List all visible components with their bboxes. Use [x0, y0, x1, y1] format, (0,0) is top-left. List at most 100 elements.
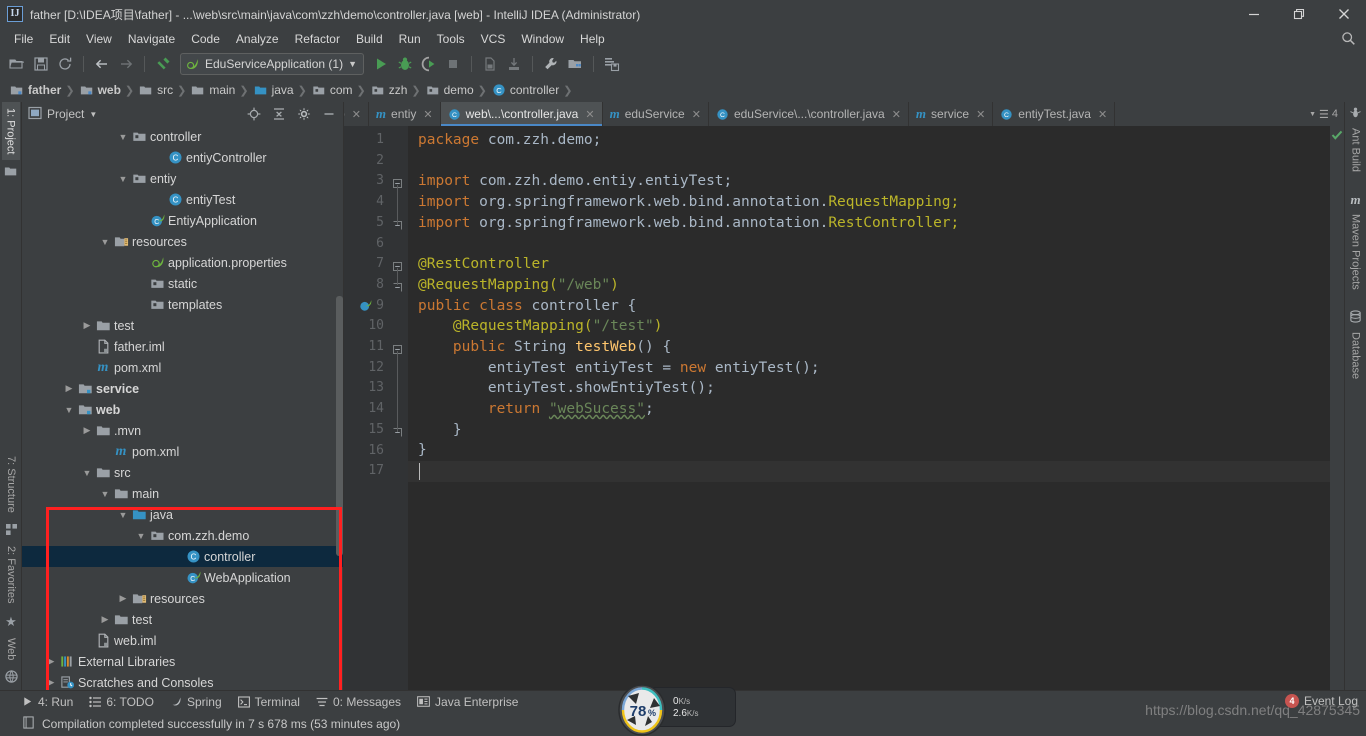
tree-twisty-expanded[interactable]: ▼ — [98, 237, 112, 247]
code-line[interactable]: public String testWeb() { — [418, 337, 1330, 358]
code-line[interactable]: } — [418, 440, 1330, 461]
bottom-tab-terminal[interactable]: Terminal — [237, 695, 300, 709]
tree-item-external-libraries[interactable]: ▶ External Libraries — [22, 651, 343, 672]
tree-twisty-expanded[interactable]: ▼ — [62, 405, 76, 415]
tree-twisty-expanded[interactable]: ▼ — [80, 468, 94, 478]
close-icon[interactable]: ✕ — [692, 108, 701, 121]
code-line[interactable]: import org.springframework.web.bind.anno… — [418, 213, 1330, 234]
network-speed-widget[interactable]: 0K/s 2.6K/s ▲ ▼ 78 % — [614, 684, 736, 736]
menu-vcs[interactable]: VCS — [473, 30, 514, 48]
sidebar-item-project[interactable]: 1: Project — [1, 102, 20, 161]
tree-twisty-expanded[interactable]: ▼ — [116, 174, 130, 184]
code-line[interactable]: @RequestMapping("/web") — [418, 275, 1330, 296]
breadcrumb-item-java[interactable]: java — [250, 79, 297, 101]
breadcrumb-item-com[interactable]: com — [308, 79, 356, 101]
menu-refactor[interactable]: Refactor — [287, 30, 348, 48]
sidebar-item-database[interactable]: Database — [1347, 326, 1365, 385]
editor-tab-3[interactable]: m eduService ✕ — [603, 102, 709, 126]
tree-item-resources[interactable]: ▶ resources — [22, 588, 343, 609]
close-icon[interactable]: ✕ — [892, 108, 901, 121]
tab-list-icon[interactable]: ☰ — [1319, 108, 1329, 121]
sidebar-item-web[interactable]: Web — [2, 632, 20, 666]
code-line[interactable]: import com.zzh.demo.entiy.entiyTest; — [418, 171, 1330, 192]
bottom-tab-run[interactable]: 4: Run — [22, 695, 73, 709]
tree-twisty-collapsed[interactable]: ▶ — [116, 593, 130, 604]
tree-twisty-collapsed[interactable]: ▶ — [80, 425, 94, 436]
project-scrollbar[interactable] — [336, 296, 343, 556]
run-icon[interactable] — [370, 53, 392, 75]
back-arrow-icon[interactable] — [91, 53, 113, 75]
menu-navigate[interactable]: Navigate — [120, 30, 183, 48]
chevron-down-icon[interactable]: ▼ — [89, 110, 97, 119]
close-icon[interactable]: ✕ — [423, 108, 432, 121]
sidebar-item-structure[interactable]: 7: Structure — [2, 450, 20, 519]
editor-tab-5[interactable]: m service ✕ — [909, 102, 994, 126]
chevron-down-icon[interactable]: ▼ — [348, 59, 357, 69]
maximize-icon[interactable] — [1276, 0, 1321, 28]
tree-twisty-collapsed[interactable]: ▶ — [62, 383, 76, 394]
bottom-tab-messages[interactable]: 0: Messages — [316, 695, 401, 709]
code-line[interactable]: @RequestMapping("/test") — [418, 316, 1330, 337]
code-line[interactable]: import org.springframework.web.bind.anno… — [418, 192, 1330, 213]
editor-tabs-overflow[interactable]: ▼ ☰ 4 — [1309, 102, 1344, 126]
debug-icon[interactable] — [394, 53, 416, 75]
menu-build[interactable]: Build — [348, 30, 391, 48]
editor-tab-1[interactable]: m entiy ✕ — [369, 102, 441, 126]
tree-item--mvn[interactable]: ▶ .mvn — [22, 420, 343, 441]
close-icon[interactable]: ✕ — [976, 108, 985, 121]
menu-tools[interactable]: Tools — [429, 30, 473, 48]
close-icon[interactable]: ✕ — [1098, 108, 1107, 121]
error-stripe-marker[interactable] — [1330, 126, 1344, 690]
project-tree[interactable]: ▼ controller CentiyController ▼ entiy CentiyT… — [22, 126, 343, 690]
code-line[interactable]: return "webSucess"; — [418, 399, 1330, 420]
tree-twisty-collapsed[interactable]: ▶ — [44, 677, 58, 688]
collapse-all-icon[interactable] — [269, 104, 289, 124]
tree-item-test[interactable]: ▶ test — [22, 609, 343, 630]
tree-item-pom-xml[interactable]: m pom.xml — [22, 441, 343, 462]
tree-item-entiytest[interactable]: CentiyTest — [22, 189, 343, 210]
sidebar-item-ant-build[interactable]: Ant Build — [1347, 122, 1365, 178]
menu-edit[interactable]: Edit — [41, 30, 78, 48]
tree-item-controller[interactable]: ▼ controller — [22, 126, 343, 147]
sync-icon[interactable] — [54, 53, 76, 75]
tree-item-java[interactable]: ▼ java — [22, 504, 343, 525]
tree-item-controller[interactable]: Ccontroller — [22, 546, 343, 567]
tree-item-father-iml[interactable]: father.iml — [22, 336, 343, 357]
forward-arrow-icon[interactable] — [115, 53, 137, 75]
editor-tab-0[interactable]: b✕ — [344, 102, 369, 126]
tree-item-src[interactable]: ▼ src — [22, 462, 343, 483]
menu-help[interactable]: Help — [572, 30, 613, 48]
tree-twisty-expanded[interactable]: ▼ — [98, 489, 112, 499]
menu-file[interactable]: File — [6, 30, 41, 48]
menu-code[interactable]: Code — [183, 30, 228, 48]
run-with-coverage-icon[interactable] — [418, 53, 440, 75]
editor-tab-6[interactable]: CentiyTest.java ✕ — [993, 102, 1116, 126]
tree-twisty-collapsed[interactable]: ▶ — [80, 320, 94, 331]
tree-twisty-expanded[interactable]: ▼ — [134, 531, 148, 541]
editor-tab-4[interactable]: CeduService\...\controller.java ✕ — [709, 102, 909, 126]
database-sync-icon[interactable] — [601, 53, 623, 75]
sidebar-item-maven-projects[interactable]: Maven Projects — [1347, 208, 1365, 296]
tree-item-service[interactable]: ▶ service — [22, 378, 343, 399]
tree-item-static[interactable]: static — [22, 273, 343, 294]
editor-gutter[interactable]: 1 2 3 4 5 6 7 8 9 10 11 12 13 14 15 16 17 — [344, 126, 408, 690]
code-line[interactable]: public class controller { — [418, 296, 1330, 317]
code-line[interactable]: } — [418, 420, 1330, 441]
code-line[interactable]: entiyTest.showEntiyTest(); — [418, 378, 1330, 399]
breadcrumb-item-controller[interactable]: C controller — [488, 79, 562, 101]
open-folder-icon[interactable] — [6, 53, 28, 75]
run-configuration-selector[interactable]: EduServiceApplication (1) ▼ — [180, 53, 364, 75]
breadcrumb-item-demo[interactable]: demo — [422, 79, 477, 101]
bottom-tab-spring[interactable]: Spring — [170, 695, 222, 709]
editor-tab-bar[interactable]: b✕mentiy✕Cweb\...\controller.java✕meduSe… — [344, 102, 1344, 126]
tree-twisty-expanded[interactable]: ▼ — [116, 510, 130, 520]
breadcrumb-item-father[interactable]: father — [6, 79, 64, 101]
code-line[interactable]: package com.zzh.demo; — [418, 130, 1330, 151]
tree-twisty-expanded[interactable]: ▼ — [116, 132, 130, 142]
close-icon[interactable]: ✕ — [352, 108, 361, 121]
tree-item-com-zzh-demo[interactable]: ▼ com.zzh.demo — [22, 525, 343, 546]
tree-item-pom-xml[interactable]: m pom.xml — [22, 357, 343, 378]
locate-icon[interactable] — [244, 104, 264, 124]
tree-item-webapplication[interactable]: C WebApplication — [22, 567, 343, 588]
tree-twisty-collapsed[interactable]: ▶ — [98, 614, 112, 625]
